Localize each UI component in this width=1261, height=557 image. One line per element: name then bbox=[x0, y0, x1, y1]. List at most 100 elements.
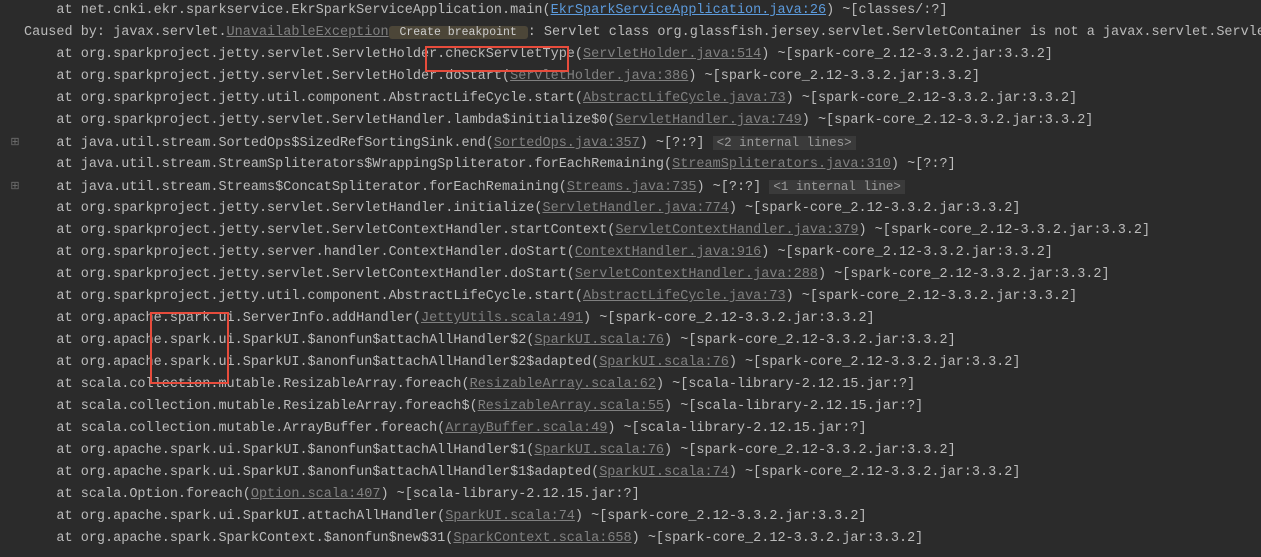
jar-suffix: ) ~[spark-core_2.12-3.3.2.jar:3.3.2] bbox=[632, 531, 924, 546]
stack-line: at org.sparkproject.jetty.util.component… bbox=[4, 286, 1261, 308]
source-link[interactable]: StreamSpliterators.java:310 bbox=[672, 157, 891, 172]
stack-line: ⊞ at java.util.stream.SortedOps$SizedRef… bbox=[4, 132, 1261, 154]
at-prefix: at bbox=[56, 531, 80, 546]
package-text: javax.servlet. bbox=[113, 25, 226, 40]
stack-line: at org.apache.spark.ui.SparkUI.$anonfun$… bbox=[4, 440, 1261, 462]
source-link[interactable]: Option.scala:407 bbox=[251, 487, 381, 502]
at-prefix: at bbox=[56, 157, 80, 172]
jar-suffix: ) ~[spark-core_2.12-3.3.2.jar:3.3.2] bbox=[688, 69, 980, 84]
source-link[interactable]: ServletHandler.java:774 bbox=[543, 201, 729, 216]
source-link[interactable]: JettyUtils.scala:491 bbox=[421, 311, 583, 326]
at-prefix: at bbox=[56, 377, 80, 392]
at-prefix: at bbox=[56, 509, 80, 524]
jar-suffix: ) ~[spark-core_2.12-3.3.2.jar:3.3.2] bbox=[729, 465, 1021, 480]
create-breakpoint-button[interactable]: Create breakpoint bbox=[389, 26, 528, 39]
stack-line: at scala.collection.mutable.ResizableArr… bbox=[4, 374, 1261, 396]
method-text: net.cnki.ekr.sparkservice.EkrSparkServic… bbox=[81, 3, 551, 18]
method-text: java.util.stream.StreamSpliterators$Wrap… bbox=[81, 157, 672, 172]
method-text: org.sparkproject.jetty.servlet.ServletHo… bbox=[81, 69, 510, 84]
stack-line: at org.sparkproject.jetty.util.component… bbox=[4, 88, 1261, 110]
stack-line: at scala.collection.mutable.ResizableArr… bbox=[4, 396, 1261, 418]
source-link[interactable]: SparkUI.scala:76 bbox=[534, 333, 664, 348]
at-prefix: at bbox=[56, 355, 80, 370]
source-link[interactable]: SparkUI.scala:76 bbox=[599, 355, 729, 370]
source-link[interactable]: SparkUI.scala:76 bbox=[534, 443, 664, 458]
stack-line: at org.apache.spark.ui.SparkUI.$anonfun$… bbox=[4, 352, 1261, 374]
stack-trace-output: at net.cnki.ekr.sparkservice.EkrSparkSer… bbox=[0, 0, 1261, 550]
stack-line: at org.sparkproject.jetty.servlet.Servle… bbox=[4, 66, 1261, 88]
stack-line: at org.apache.spark.ui.ServerInfo.addHan… bbox=[4, 308, 1261, 330]
method-text: org.apache.spark.ui.SparkUI.$anonfun$att… bbox=[81, 333, 535, 348]
source-link[interactable]: AbstractLifeCycle.java:73 bbox=[583, 289, 786, 304]
jar-suffix: ) ~[scala-library-2.12.15.jar:?] bbox=[607, 421, 866, 436]
jar-suffix: ) ~[spark-core_2.12-3.3.2.jar:3.3.2] bbox=[729, 201, 1021, 216]
source-link[interactable]: AbstractLifeCycle.java:73 bbox=[583, 91, 786, 106]
source-link[interactable]: ServletHandler.java:749 bbox=[615, 113, 801, 128]
stack-line: at org.sparkproject.jetty.servlet.Servle… bbox=[4, 44, 1261, 66]
stack-line: at org.apache.spark.ui.SparkUI.$anonfun$… bbox=[4, 462, 1261, 484]
method-text: scala.collection.mutable.ResizableArray.… bbox=[81, 377, 470, 392]
jar-suffix: ) ~[spark-core_2.12-3.3.2.jar:3.3.2] bbox=[802, 113, 1094, 128]
method-text: org.apache.spark.SparkContext.$anonfun$n… bbox=[81, 531, 454, 546]
jar-suffix: ) ~[spark-core_2.12-3.3.2.jar:3.3.2] bbox=[729, 355, 1021, 370]
source-link[interactable]: Streams.java:735 bbox=[567, 180, 697, 195]
source-link[interactable]: ServletHolder.java:386 bbox=[510, 69, 688, 84]
method-text: java.util.stream.SortedOps$SizedRefSorti… bbox=[81, 136, 494, 151]
method-text: org.sparkproject.jetty.servlet.ServletHa… bbox=[81, 201, 543, 216]
method-text: org.apache.spark.ui.SparkUI.$anonfun$att… bbox=[81, 355, 599, 370]
at-prefix: at bbox=[56, 487, 80, 502]
jar-suffix: ) ~[scala-library-2.12.15.jar:?] bbox=[380, 487, 639, 502]
method-text: org.sparkproject.jetty.servlet.ServletCo… bbox=[81, 267, 575, 282]
stack-line: at scala.Option.foreach(Option.scala:407… bbox=[4, 484, 1261, 506]
source-link[interactable]: EkrSparkServiceApplication.java:26 bbox=[551, 3, 826, 18]
method-text: org.apache.spark.ui.SparkUI.attachAllHan… bbox=[81, 509, 446, 524]
stack-line: at org.sparkproject.jetty.servlet.Servle… bbox=[4, 220, 1261, 242]
at-prefix: at bbox=[56, 289, 80, 304]
method-text: org.sparkproject.jetty.servlet.ServletHo… bbox=[81, 47, 583, 62]
stack-line: at org.apache.spark.SparkContext.$anonfu… bbox=[4, 528, 1261, 550]
expand-icon[interactable]: ⊞ bbox=[8, 132, 22, 154]
source-link[interactable]: ServletContextHandler.java:288 bbox=[575, 267, 818, 282]
source-link[interactable]: ResizableArray.scala:62 bbox=[470, 377, 656, 392]
source-link[interactable]: ArrayBuffer.scala:49 bbox=[445, 421, 607, 436]
source-link[interactable]: SparkUI.scala:74 bbox=[445, 509, 575, 524]
stack-line: at org.sparkproject.jetty.servlet.Servle… bbox=[4, 198, 1261, 220]
exception-link[interactable]: UnavailableException bbox=[227, 25, 389, 40]
expand-icon[interactable]: ⊞ bbox=[8, 176, 22, 198]
stack-line: at java.util.stream.StreamSpliterators$W… bbox=[4, 154, 1261, 176]
at-prefix: at bbox=[56, 399, 80, 414]
at-prefix: at bbox=[56, 245, 80, 260]
method-text: org.apache.spark.ui.SparkUI.$anonfun$att… bbox=[81, 443, 535, 458]
method-text: org.sparkproject.jetty.util.component.Ab… bbox=[81, 289, 583, 304]
at-prefix: at bbox=[56, 136, 80, 151]
exception-message: Servlet class org.glassfish.jersey.servl… bbox=[544, 25, 1261, 40]
jar-suffix: ) ~[scala-library-2.12.15.jar:?] bbox=[664, 399, 923, 414]
internal-lines-tag[interactable]: <2 internal lines> bbox=[713, 136, 856, 150]
at-prefix: at bbox=[56, 223, 80, 238]
caused-by-label: Caused by: bbox=[24, 25, 113, 40]
at-prefix: at bbox=[56, 69, 80, 84]
jar-suffix: ) ~[spark-core_2.12-3.3.2.jar:3.3.2] bbox=[761, 245, 1053, 260]
stack-line: ⊞ at java.util.stream.Streams$ConcatSpli… bbox=[4, 176, 1261, 198]
stack-line: at org.sparkproject.jetty.server.handler… bbox=[4, 242, 1261, 264]
jar-suffix: ) ~[spark-core_2.12-3.3.2.jar:3.3.2] bbox=[583, 311, 875, 326]
source-link[interactable]: ResizableArray.scala:55 bbox=[478, 399, 664, 414]
source-link[interactable]: SparkUI.scala:74 bbox=[599, 465, 729, 480]
source-link[interactable]: SparkContext.scala:658 bbox=[453, 531, 631, 546]
jar-suffix: ) ~[spark-core_2.12-3.3.2.jar:3.3.2] bbox=[761, 47, 1053, 62]
jar-suffix: ) ~[spark-core_2.12-3.3.2.jar:3.3.2] bbox=[818, 267, 1110, 282]
source-link[interactable]: ServletHolder.java:514 bbox=[583, 47, 761, 62]
at-prefix: at bbox=[56, 201, 80, 216]
source-link[interactable]: ServletContextHandler.java:379 bbox=[615, 223, 858, 238]
jar-suffix: ) ~[spark-core_2.12-3.3.2.jar:3.3.2] bbox=[858, 223, 1150, 238]
source-link[interactable]: ContextHandler.java:916 bbox=[575, 245, 761, 260]
at-prefix: at bbox=[56, 443, 80, 458]
at-prefix: at bbox=[56, 333, 80, 348]
at-prefix: at bbox=[56, 47, 80, 62]
jar-suffix: ) ~[?:?] bbox=[696, 180, 769, 195]
internal-lines-tag[interactable]: <1 internal line> bbox=[769, 180, 905, 194]
method-text: org.sparkproject.jetty.servlet.ServletCo… bbox=[81, 223, 616, 238]
jar-suffix: ) ~[spark-core_2.12-3.3.2.jar:3.3.2] bbox=[664, 333, 956, 348]
method-text: org.sparkproject.jetty.servlet.ServletHa… bbox=[81, 113, 616, 128]
source-link[interactable]: SortedOps.java:357 bbox=[494, 136, 640, 151]
